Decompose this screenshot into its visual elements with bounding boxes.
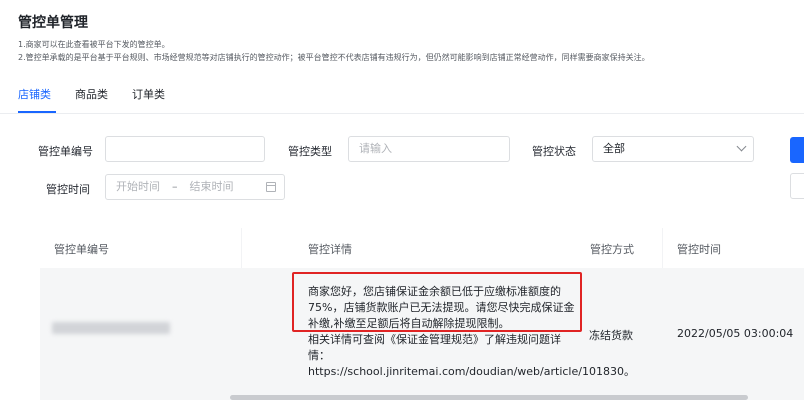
horizontal-scrollbar[interactable] bbox=[230, 395, 748, 400]
search-button[interactable] bbox=[790, 137, 804, 163]
column-header-method: 管控方式 bbox=[590, 243, 634, 256]
time-range-picker[interactable]: 开始时间 – 结束时间 bbox=[105, 174, 285, 200]
column-header-detail: 管控详情 bbox=[308, 243, 352, 256]
calendar-icon bbox=[266, 182, 276, 192]
page-notes: 1.商家可以在此查看被平台下发的管控单。 2.管控单承载的是平台基于平台规则、市… bbox=[18, 38, 650, 64]
reset-button[interactable] bbox=[790, 173, 804, 199]
time-end-placeholder: 结束时间 bbox=[189, 180, 234, 193]
time-separator: – bbox=[172, 180, 178, 193]
control-detail-rest: 相关详情可查阅《保证金管理规范》了解违规问题详情：https://school.… bbox=[308, 333, 635, 378]
time-start-placeholder: 开始时间 bbox=[116, 180, 160, 193]
type-input[interactable]: 请输入 bbox=[348, 136, 510, 162]
note-line-1: 1.商家可以在此查看被平台下发的管控单。 bbox=[18, 40, 170, 49]
note-line-2: 2.管控单承载的是平台基于平台规则、市场经营规范等对店铺执行的管控动作；被平台管… bbox=[18, 53, 650, 62]
order-no-label: 管控单编号 bbox=[38, 145, 93, 158]
type-label: 管控类型 bbox=[288, 145, 332, 158]
chevron-down-icon bbox=[736, 141, 747, 152]
table-header: 管控单编号 管控详情 管控方式 管控时间 bbox=[40, 228, 804, 268]
tabs-divider bbox=[0, 113, 804, 114]
tab-store[interactable]: 店铺类 bbox=[18, 86, 51, 114]
highlight-box bbox=[292, 272, 582, 332]
status-select-value: 全部 bbox=[603, 142, 625, 155]
order-no-input[interactable] bbox=[105, 136, 265, 162]
column-header-time: 管控时间 bbox=[677, 243, 721, 256]
control-method: 冻结货款 bbox=[589, 329, 633, 342]
tab-product[interactable]: 商品类 bbox=[75, 86, 108, 114]
blurred-order-no bbox=[52, 322, 170, 334]
category-tabs: 店铺类 商品类 订单类 bbox=[18, 86, 189, 114]
time-label: 管控时间 bbox=[46, 183, 90, 196]
control-time: 2022/05/05 03:00:04 bbox=[677, 327, 794, 340]
tab-order[interactable]: 订单类 bbox=[132, 86, 165, 114]
status-label: 管控状态 bbox=[532, 145, 576, 158]
page-title: 管控单管理 bbox=[18, 15, 88, 31]
column-header-order-no: 管控单编号 bbox=[54, 243, 109, 256]
status-select[interactable]: 全部 bbox=[592, 136, 754, 162]
